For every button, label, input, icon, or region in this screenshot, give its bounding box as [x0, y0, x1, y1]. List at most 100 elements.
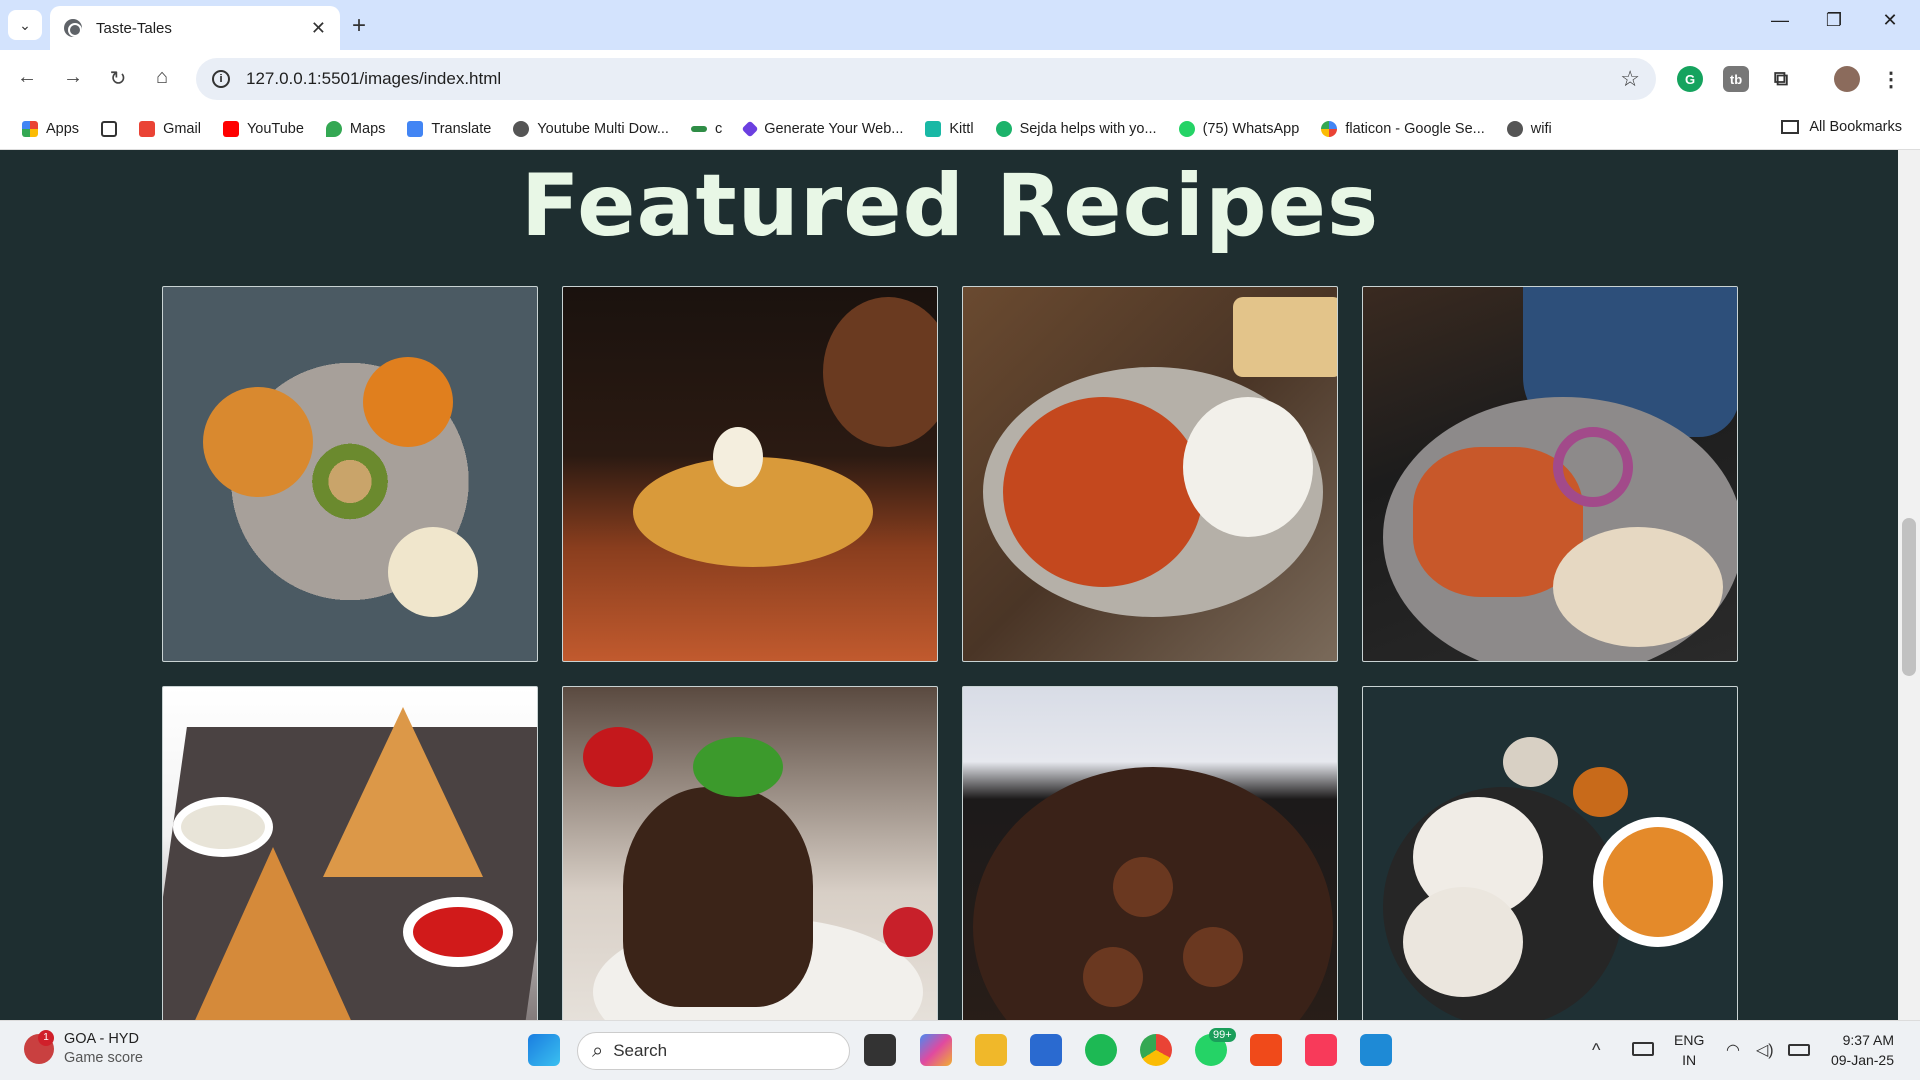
- recipe-image-detail: [713, 427, 763, 487]
- youtube-icon: [222, 120, 239, 137]
- site-info-icon[interactable]: i: [212, 70, 230, 88]
- vscode-icon[interactable]: [1360, 1034, 1392, 1066]
- whatsapp-icon[interactable]: 99+: [1195, 1028, 1236, 1066]
- reload-icon[interactable]: ↻: [103, 66, 133, 91]
- recipe-image-detail: [1233, 297, 1337, 377]
- address-bar[interactable]: i 127.0.0.1:5501/images/index.html ☆: [196, 58, 1656, 100]
- folder-icon: [1781, 120, 1800, 134]
- recipe-card-thali[interactable]: [162, 286, 538, 662]
- profile-avatar[interactable]: [1834, 66, 1860, 92]
- recipe-image-detail: [1403, 887, 1523, 997]
- tb-extension-icon[interactable]: tb: [1723, 66, 1749, 92]
- copilot-icon[interactable]: [920, 1034, 952, 1066]
- ms-store-icon[interactable]: [1030, 1034, 1062, 1066]
- bookmark-flaticon[interactable]: flaticon - Google Se...: [1321, 120, 1485, 137]
- bookmark-generate-web[interactable]: Generate Your Web...: [741, 120, 903, 137]
- chevron-up-icon[interactable]: ^: [1592, 1040, 1600, 1061]
- diamond-icon: [741, 120, 759, 137]
- task-view-icon[interactable]: [864, 1034, 896, 1066]
- bookmark-label: Kittl: [949, 120, 974, 137]
- recipe-image-detail: [1113, 857, 1173, 917]
- brave-icon[interactable]: [1250, 1034, 1282, 1066]
- search-icon: ⌕: [592, 1039, 604, 1062]
- battery-icon[interactable]: [1788, 1044, 1810, 1056]
- file-explorer-icon[interactable]: [975, 1034, 1007, 1066]
- chrome-icon[interactable]: [1140, 1034, 1172, 1066]
- recipe-image-detail: [1593, 817, 1723, 947]
- wifi-icon[interactable]: ◠: [1726, 1040, 1740, 1060]
- grammarly-extension-icon[interactable]: G: [1677, 66, 1703, 92]
- recipe-image-detail: [1553, 527, 1723, 647]
- recipe-card-biryani[interactable]: [562, 286, 938, 662]
- home-icon[interactable]: ⌂: [147, 66, 177, 89]
- widget-subtitle: Game score: [64, 1050, 143, 1066]
- bookmark-label: wifi: [1530, 120, 1552, 137]
- recipe-image: [623, 787, 813, 1007]
- page-content: Featured Recipes: [0, 150, 1920, 1020]
- more-menu-icon[interactable]: ⋮: [1878, 66, 1904, 92]
- scrollbar-thumb[interactable]: [1902, 518, 1916, 676]
- recipe-image-detail: [388, 527, 478, 617]
- bookmark-translate[interactable]: Translate: [407, 120, 492, 137]
- recipe-card-idli-sambar[interactable]: [1362, 686, 1738, 1020]
- recipe-image-detail: [1183, 397, 1313, 537]
- bookmark-youtube[interactable]: YouTube: [222, 120, 304, 137]
- recipe-image-detail: [1503, 737, 1558, 787]
- back-icon[interactable]: ←: [12, 66, 42, 89]
- windows-start-icon[interactable]: [528, 1034, 560, 1066]
- music-icon[interactable]: [1305, 1034, 1337, 1066]
- weather-widget[interactable]: 1 GOA - HYD Game score: [24, 1030, 143, 1068]
- bookmark-c[interactable]: c: [690, 121, 722, 137]
- region-code: IN: [1682, 1052, 1697, 1068]
- restore-icon[interactable]: ❐: [1814, 10, 1854, 31]
- translate-icon: [407, 120, 424, 137]
- all-bookmarks-label: All Bookmarks: [1809, 119, 1902, 135]
- gfg-icon: [690, 125, 707, 132]
- bookmark-youtube-multi[interactable]: Youtube Multi Dow...: [513, 120, 669, 137]
- bookmarks-bar: Apps Gmail YouTube Maps Translate Youtub…: [0, 108, 1920, 150]
- kittl-icon: [925, 120, 942, 137]
- bookmark-star-icon[interactable]: ☆: [1620, 66, 1640, 92]
- bookmark-apps[interactable]: Apps: [22, 120, 79, 137]
- browser-tab[interactable]: Taste-Tales ✕: [50, 6, 340, 50]
- bookmark-maps[interactable]: Maps: [325, 120, 386, 137]
- recipe-card-lava-cake[interactable]: [562, 686, 938, 1020]
- system-clock[interactable]: 9:37 AM 09-Jan-25: [1831, 1030, 1894, 1070]
- recipe-card-samosa[interactable]: [162, 686, 538, 1020]
- bookmark-label: Gmail: [163, 120, 201, 137]
- bookmark-kittl[interactable]: Kittl: [925, 120, 974, 137]
- spotify-icon[interactable]: [1085, 1034, 1117, 1066]
- language-indicator[interactable]: ENG IN: [1674, 1030, 1704, 1070]
- recipe-image-detail: [1003, 397, 1203, 587]
- bookmark-label: Youtube Multi Dow...: [537, 120, 669, 137]
- minimize-icon[interactable]: —: [1760, 10, 1800, 31]
- google-icon: [1321, 120, 1338, 137]
- tab-search-button[interactable]: ⌄: [8, 10, 42, 40]
- taskbar-search[interactable]: ⌕ Search: [577, 1032, 850, 1070]
- close-tab-icon[interactable]: ✕: [311, 18, 326, 39]
- bookmark-label: Translate: [431, 120, 492, 137]
- recipe-card-butter-chicken[interactable]: [962, 286, 1338, 662]
- bookmark-whatsapp[interactable]: (75) WhatsApp: [1178, 120, 1299, 137]
- new-tab-button[interactable]: +: [352, 12, 366, 40]
- recipe-card-paneer[interactable]: [1362, 286, 1738, 662]
- bookmark-grid[interactable]: [101, 120, 118, 137]
- widget-title: GOA - HYD: [64, 1031, 139, 1047]
- bookmark-label: Maps: [349, 120, 386, 137]
- bookmark-wifi[interactable]: wifi: [1506, 120, 1552, 137]
- globe-icon: [513, 120, 530, 137]
- bookmark-gmail[interactable]: Gmail: [139, 120, 201, 137]
- recipe-image-detail: [583, 727, 653, 787]
- whatsapp-icon: [1178, 120, 1195, 137]
- page-title: Featured Recipes: [520, 156, 1380, 256]
- all-bookmarks-button[interactable]: All Bookmarks: [1781, 119, 1902, 135]
- forward-icon[interactable]: →: [58, 66, 88, 89]
- close-window-icon[interactable]: ✕: [1870, 10, 1910, 31]
- page-scrollbar[interactable]: [1898, 150, 1920, 1020]
- recipe-image-detail: [403, 897, 513, 967]
- bookmark-sejda[interactable]: Sejda helps with yo...: [995, 120, 1157, 137]
- keyboard-icon[interactable]: [1632, 1042, 1654, 1056]
- recipe-card-manchurian[interactable]: [962, 686, 1338, 1020]
- extensions-icon[interactable]: ⧉: [1768, 66, 1794, 92]
- volume-icon[interactable]: ◁): [1756, 1040, 1774, 1060]
